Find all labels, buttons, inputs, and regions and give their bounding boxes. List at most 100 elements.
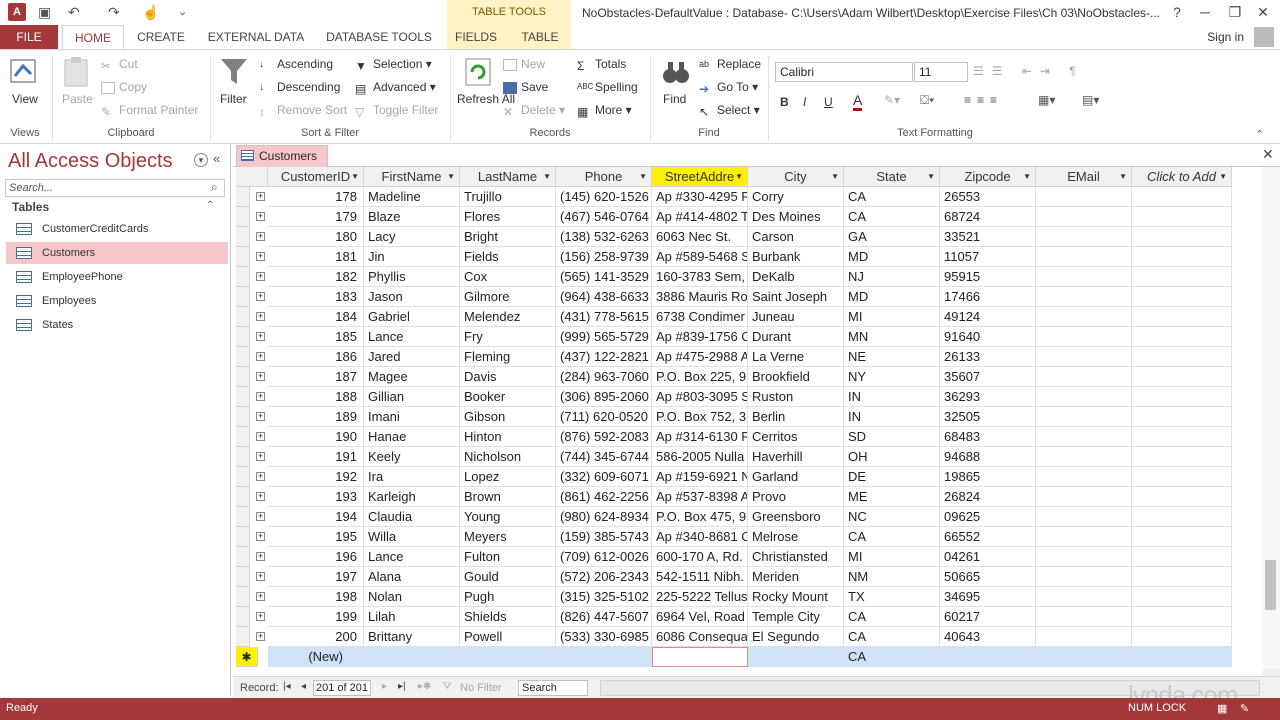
table-cell[interactable] — [1132, 467, 1232, 487]
table-cell[interactable]: 60217 — [940, 607, 1036, 627]
datasheet-grid[interactable]: CustomerID ▼ FirstName ▼ LastName ▼ Phone ▼ Stre… — [236, 167, 1232, 667]
table-cell[interactable]: Madeline — [364, 187, 460, 207]
expand-subdatasheet-icon[interactable]: + — [256, 512, 265, 521]
table-cell[interactable]: 189 — [268, 407, 364, 427]
table-cell[interactable]: (332) 609-6071 — [556, 467, 652, 487]
table-cell[interactable]: IN — [844, 407, 940, 427]
table-cell[interactable]: 19865 — [940, 467, 1036, 487]
table-cell[interactable]: (159) 385-5743 — [556, 527, 652, 547]
table-cell[interactable]: Provo — [748, 487, 844, 507]
table-cell[interactable]: Carson — [748, 227, 844, 247]
table-cell[interactable]: Meyers — [460, 527, 556, 547]
customize-qat-icon[interactable]: ⌄ — [178, 3, 187, 21]
table-cell[interactable]: 191 — [268, 447, 364, 467]
column-dropdown-icon[interactable]: ▼ — [639, 167, 647, 187]
table-cell[interactable]: 26824 — [940, 487, 1036, 507]
table-cell[interactable]: 34695 — [940, 587, 1036, 607]
table-cell[interactable]: CA — [844, 527, 940, 547]
table-cell[interactable]: Shields — [460, 607, 556, 627]
table-row[interactable]: +192 Ira Lopez (332) 609-6071 Ap #159-6921 N… — [236, 467, 1232, 487]
table-cell[interactable] — [1132, 207, 1232, 227]
row-selector[interactable] — [236, 187, 250, 207]
table-cell[interactable]: Hanae — [364, 427, 460, 447]
expand-subdatasheet-icon[interactable]: + — [256, 212, 265, 221]
table-cell[interactable]: (980) 624-8934 — [556, 507, 652, 527]
table-cell[interactable] — [1036, 407, 1132, 427]
select-all-cell[interactable] — [236, 167, 268, 187]
table-cell[interactable]: Ira — [364, 467, 460, 487]
tab-external-data[interactable]: EXTERNAL DATA — [200, 25, 312, 49]
table-cell[interactable]: (145) 620-1526 — [556, 187, 652, 207]
table-cell[interactable]: 6063 Nec St. — [652, 227, 748, 247]
previous-record-icon[interactable]: ◂ — [301, 681, 306, 692]
table-cell[interactable]: (New) — [268, 647, 364, 667]
table-cell[interactable]: Blaze — [364, 207, 460, 227]
expand-subdatasheet-icon[interactable]: + — [256, 632, 265, 641]
table-cell[interactable]: Nicholson — [460, 447, 556, 467]
table-cell[interactable]: CA — [844, 187, 940, 207]
nav-pane-title[interactable]: All Access Objects — [8, 150, 173, 173]
table-cell[interactable] — [1132, 387, 1232, 407]
expand-subdatasheet-icon[interactable]: + — [256, 552, 265, 561]
expand-subdatasheet-icon[interactable]: + — [256, 412, 265, 421]
table-cell[interactable]: 32505 — [940, 407, 1036, 427]
expand-subdatasheet-icon[interactable]: + — [256, 352, 265, 361]
table-cell[interactable]: Booker — [460, 387, 556, 407]
table-cell[interactable]: Ap #314-6130 F — [652, 427, 748, 447]
totals-button[interactable]: Σ Totals — [577, 57, 626, 73]
table-cell[interactable]: Haverhill — [748, 447, 844, 467]
table-cell[interactable] — [1036, 267, 1132, 287]
bold-button[interactable]: B — [780, 95, 789, 109]
table-cell[interactable]: (284) 963-7060 — [556, 367, 652, 387]
column-header[interactable]: StreetAddre ▼ — [652, 167, 748, 187]
row-selector[interactable] — [236, 207, 250, 227]
restore-button[interactable]: ❐ — [1224, 2, 1246, 22]
tab-table[interactable]: TABLE — [512, 25, 568, 49]
table-cell[interactable] — [1036, 247, 1132, 267]
table-row[interactable]: +200 Brittany Powell (533) 330-6985 6086 Con… — [236, 627, 1232, 647]
table-cell[interactable]: 36293 — [940, 387, 1036, 407]
tab-customers[interactable]: Customers — [236, 145, 328, 167]
table-cell[interactable]: 188 — [268, 387, 364, 407]
table-cell[interactable] — [1036, 607, 1132, 627]
first-record-icon[interactable]: |◂ — [283, 681, 291, 692]
table-cell[interactable]: Durant — [748, 327, 844, 347]
table-cell[interactable] — [1132, 647, 1232, 667]
nav-menu-icon[interactable]: ▾ — [194, 153, 208, 167]
table-cell[interactable]: 3886 Mauris Ro — [652, 287, 748, 307]
table-cell[interactable]: 197 — [268, 567, 364, 587]
expand-subdatasheet-icon[interactable]: + — [256, 492, 265, 501]
table-cell[interactable]: 190 — [268, 427, 364, 447]
table-cell[interactable]: DE — [844, 467, 940, 487]
column-header[interactable]: City ▼ — [748, 167, 844, 187]
table-cell[interactable]: Trujillo — [460, 187, 556, 207]
table-cell[interactable]: Ap #537-8398 A — [652, 487, 748, 507]
table-cell[interactable] — [1036, 207, 1132, 227]
table-cell[interactable] — [1132, 607, 1232, 627]
table-cell[interactable] — [1036, 627, 1132, 647]
redo-icon[interactable]: ↷ — [108, 3, 120, 21]
table-cell[interactable]: Brown — [460, 487, 556, 507]
datasheet-view-icon[interactable]: ▦ — [1217, 702, 1227, 715]
selection-dropdown[interactable]: ▼ Selection ▾ — [355, 57, 432, 73]
table-cell[interactable] — [1132, 367, 1232, 387]
table-cell[interactable]: 40643 — [940, 627, 1036, 647]
italic-button[interactable]: I — [803, 95, 806, 109]
table-cell[interactable] — [1036, 387, 1132, 407]
table-cell[interactable]: Fleming — [460, 347, 556, 367]
table-cell[interactable]: 586-2005 Nulla — [652, 447, 748, 467]
go-to-dropdown[interactable]: ➔ Go To ▾ — [699, 80, 758, 96]
help-button[interactable]: ? — [1166, 2, 1188, 22]
table-cell[interactable]: Keely — [364, 447, 460, 467]
table-row[interactable]: +183 Jason Gilmore (964) 438-6633 3886 Mauri… — [236, 287, 1232, 307]
toggle-filter-button[interactable]: ▽ Toggle Filter — [355, 103, 438, 119]
table-cell[interactable]: Ap #340-8681 C — [652, 527, 748, 547]
row-selector[interactable] — [236, 467, 250, 487]
table-cell[interactable]: 186 — [268, 347, 364, 367]
row-selector[interactable] — [236, 267, 250, 287]
replace-button[interactable]: ab Replace — [699, 57, 761, 71]
table-cell[interactable] — [1132, 187, 1232, 207]
avatar[interactable] — [1254, 27, 1274, 47]
row-selector[interactable] — [236, 327, 250, 347]
row-selector[interactable] — [236, 227, 250, 247]
